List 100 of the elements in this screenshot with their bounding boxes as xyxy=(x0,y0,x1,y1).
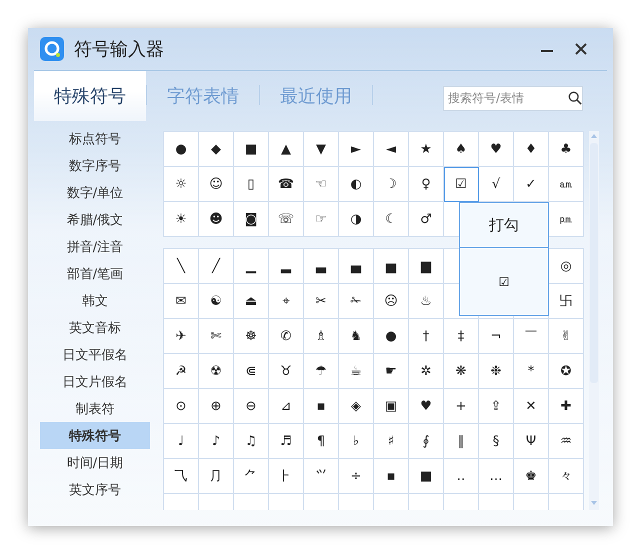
symbol-cell[interactable]: † xyxy=(409,319,444,354)
symbol-cell[interactable]: ♯ xyxy=(374,424,409,459)
symbol-cell[interactable]: ☞ xyxy=(304,202,339,237)
symbol-cell[interactable]: ☜ xyxy=(304,167,339,202)
symbol-cell[interactable]: ◆ xyxy=(199,132,234,167)
scrollbar[interactable] xyxy=(589,131,599,510)
symbol-cell[interactable]: ◐ xyxy=(339,167,374,202)
category-item[interactable]: 数字/单位 xyxy=(40,179,150,206)
symbol-cell[interactable]: ♥ xyxy=(479,132,514,167)
symbol-cell[interactable]: ▪ xyxy=(304,389,339,424)
category-item[interactable]: 时间/日期 xyxy=(40,449,150,476)
symbol-cell[interactable]: ✲ xyxy=(409,354,444,389)
symbol-cell[interactable]: ✪ xyxy=(549,354,584,389)
symbol-cell[interactable]: ◑ xyxy=(339,202,374,237)
category-item[interactable]: 英文音标 xyxy=(40,314,150,341)
symbol-cell[interactable]: ▄ xyxy=(339,249,374,284)
category-item[interactable]: 数字序号 xyxy=(40,152,150,179)
symbol-cell[interactable]: ☽ xyxy=(374,167,409,202)
symbol-cell[interactable]: § xyxy=(479,424,514,459)
symbol-cell[interactable]: ► xyxy=(339,132,374,167)
category-item[interactable]: 拼音/注音 xyxy=(40,233,150,260)
symbol-cell[interactable]: ♥ xyxy=(409,389,444,424)
symbol-cell[interactable]: ☯ xyxy=(199,284,234,319)
symbol-cell[interactable]: ☹ xyxy=(374,284,409,319)
tab[interactable]: 特殊符号 xyxy=(34,71,146,121)
symbol-cell[interactable]: ☼ xyxy=(164,167,199,202)
symbol-cell[interactable]: ⊙ xyxy=(164,389,199,424)
symbol-cell[interactable]: ✈ xyxy=(164,319,199,354)
category-item[interactable]: 希腊/俄文 xyxy=(40,206,150,233)
category-item[interactable]: 制表符 xyxy=(40,395,150,422)
symbol-cell[interactable]: ✉ xyxy=(164,284,199,319)
symbol-cell[interactable]: ▪ xyxy=(374,459,409,494)
category-item[interactable]: 日文平假名 xyxy=(40,341,150,368)
symbol-cell[interactable]: ☏ xyxy=(269,202,304,237)
symbol-cell[interactable]: ♦ xyxy=(514,132,549,167)
symbol-cell[interactable]: + xyxy=(444,389,479,424)
symbol-cell[interactable]: ☺ xyxy=(199,167,234,202)
symbol-cell[interactable]: ☸ xyxy=(234,319,269,354)
symbol-cell[interactable]: 々 xyxy=(549,459,584,494)
symbol-cell[interactable]: ♣ xyxy=(549,132,584,167)
symbol-cell[interactable]: ❋ xyxy=(444,354,479,389)
category-item[interactable]: 韩文 xyxy=(40,287,150,314)
symbol-cell[interactable]: ✆ xyxy=(269,319,304,354)
symbol-cell[interactable]: ♫ xyxy=(234,424,269,459)
symbol-cell[interactable]: ⊕ xyxy=(199,389,234,424)
symbol-cell[interactable]: ● xyxy=(164,132,199,167)
symbol-cell[interactable]: ⺆ xyxy=(199,459,234,494)
symbol-cell[interactable]: ☻ xyxy=(199,202,234,237)
symbol-cell[interactable]: Ψ xyxy=(514,424,549,459)
symbol-cell[interactable]: ¬ xyxy=(479,319,514,354)
symbol-cell[interactable]: ● xyxy=(374,319,409,354)
symbol-cell[interactable]: ◈ xyxy=(339,389,374,424)
symbol-cell[interactable]: ☭ xyxy=(164,354,199,389)
category-item[interactable]: 日文片假名 xyxy=(40,368,150,395)
category-item[interactable]: 特殊符号 xyxy=(40,422,150,449)
symbol-cell[interactable]: ✚ xyxy=(549,389,584,424)
symbol-cell[interactable]: ╱ xyxy=(199,249,234,284)
symbol-cell[interactable]: ☾ xyxy=(374,202,409,237)
symbol-cell[interactable]: … xyxy=(479,459,514,494)
symbol-cell[interactable]: ♞ xyxy=(339,319,374,354)
symbol-cell[interactable]: ✄ xyxy=(199,319,234,354)
symbol-cell[interactable]: ㏂ xyxy=(549,167,584,202)
symbol-cell[interactable]: ¶ xyxy=(304,424,339,459)
symbol-cell[interactable]: ▂ xyxy=(269,249,304,284)
symbol-cell[interactable]: ╲ xyxy=(164,249,199,284)
symbol-cell[interactable]: ☢ xyxy=(199,354,234,389)
symbol-cell[interactable]: ⋐ xyxy=(234,354,269,389)
symbol-cell[interactable]: ☛ xyxy=(374,354,409,389)
symbol-cell[interactable]: ✂ xyxy=(304,284,339,319)
search-icon[interactable] xyxy=(568,90,582,106)
symbol-cell[interactable]: ⏏ xyxy=(234,284,269,319)
symbol-cell[interactable]: ∮ xyxy=(409,424,444,459)
symbol-cell[interactable]: ⊖ xyxy=(234,389,269,424)
symbol-cell[interactable]: ♂ xyxy=(409,202,444,237)
close-icon[interactable] xyxy=(574,42,588,56)
symbol-cell[interactable]: ▆ xyxy=(409,249,444,284)
symbol-cell[interactable]: ☑ xyxy=(444,167,479,202)
symbol-cell[interactable]: ▲ xyxy=(269,132,304,167)
symbol-cell[interactable]: ⇪ xyxy=(479,389,514,424)
symbol-cell[interactable]: ■ xyxy=(234,132,269,167)
symbol-cell[interactable]: ✁ xyxy=(339,284,374,319)
category-item[interactable]: 部首/笔画 xyxy=(40,260,150,287)
symbol-cell[interactable]: ■ xyxy=(409,459,444,494)
symbol-cell[interactable]: ♗ xyxy=(304,319,339,354)
symbol-cell[interactable]: ❉ xyxy=(479,354,514,389)
symbol-cell[interactable]: ♭ xyxy=(339,424,374,459)
symbol-cell[interactable]: ♒ xyxy=(549,424,584,459)
symbol-cell[interactable]: ÷ xyxy=(339,459,374,494)
symbol-cell[interactable]: ￣ xyxy=(514,319,549,354)
symbol-cell[interactable]: ✕ xyxy=(514,389,549,424)
category-item[interactable]: 英文序号 xyxy=(40,476,150,503)
symbol-cell[interactable]: ♀ xyxy=(409,167,444,202)
symbol-cell[interactable]: ▯ xyxy=(234,167,269,202)
symbol-cell[interactable]: ★ xyxy=(409,132,444,167)
symbol-cell[interactable]: ⺊ xyxy=(269,459,304,494)
symbol-cell[interactable]: ▣ xyxy=(374,389,409,424)
symbol-cell[interactable]: ☕ xyxy=(339,354,374,389)
symbol-cell[interactable]: ♠ xyxy=(444,132,479,167)
symbol-cell[interactable]: ♬ xyxy=(269,424,304,459)
symbol-cell[interactable]: ⊿ xyxy=(269,389,304,424)
